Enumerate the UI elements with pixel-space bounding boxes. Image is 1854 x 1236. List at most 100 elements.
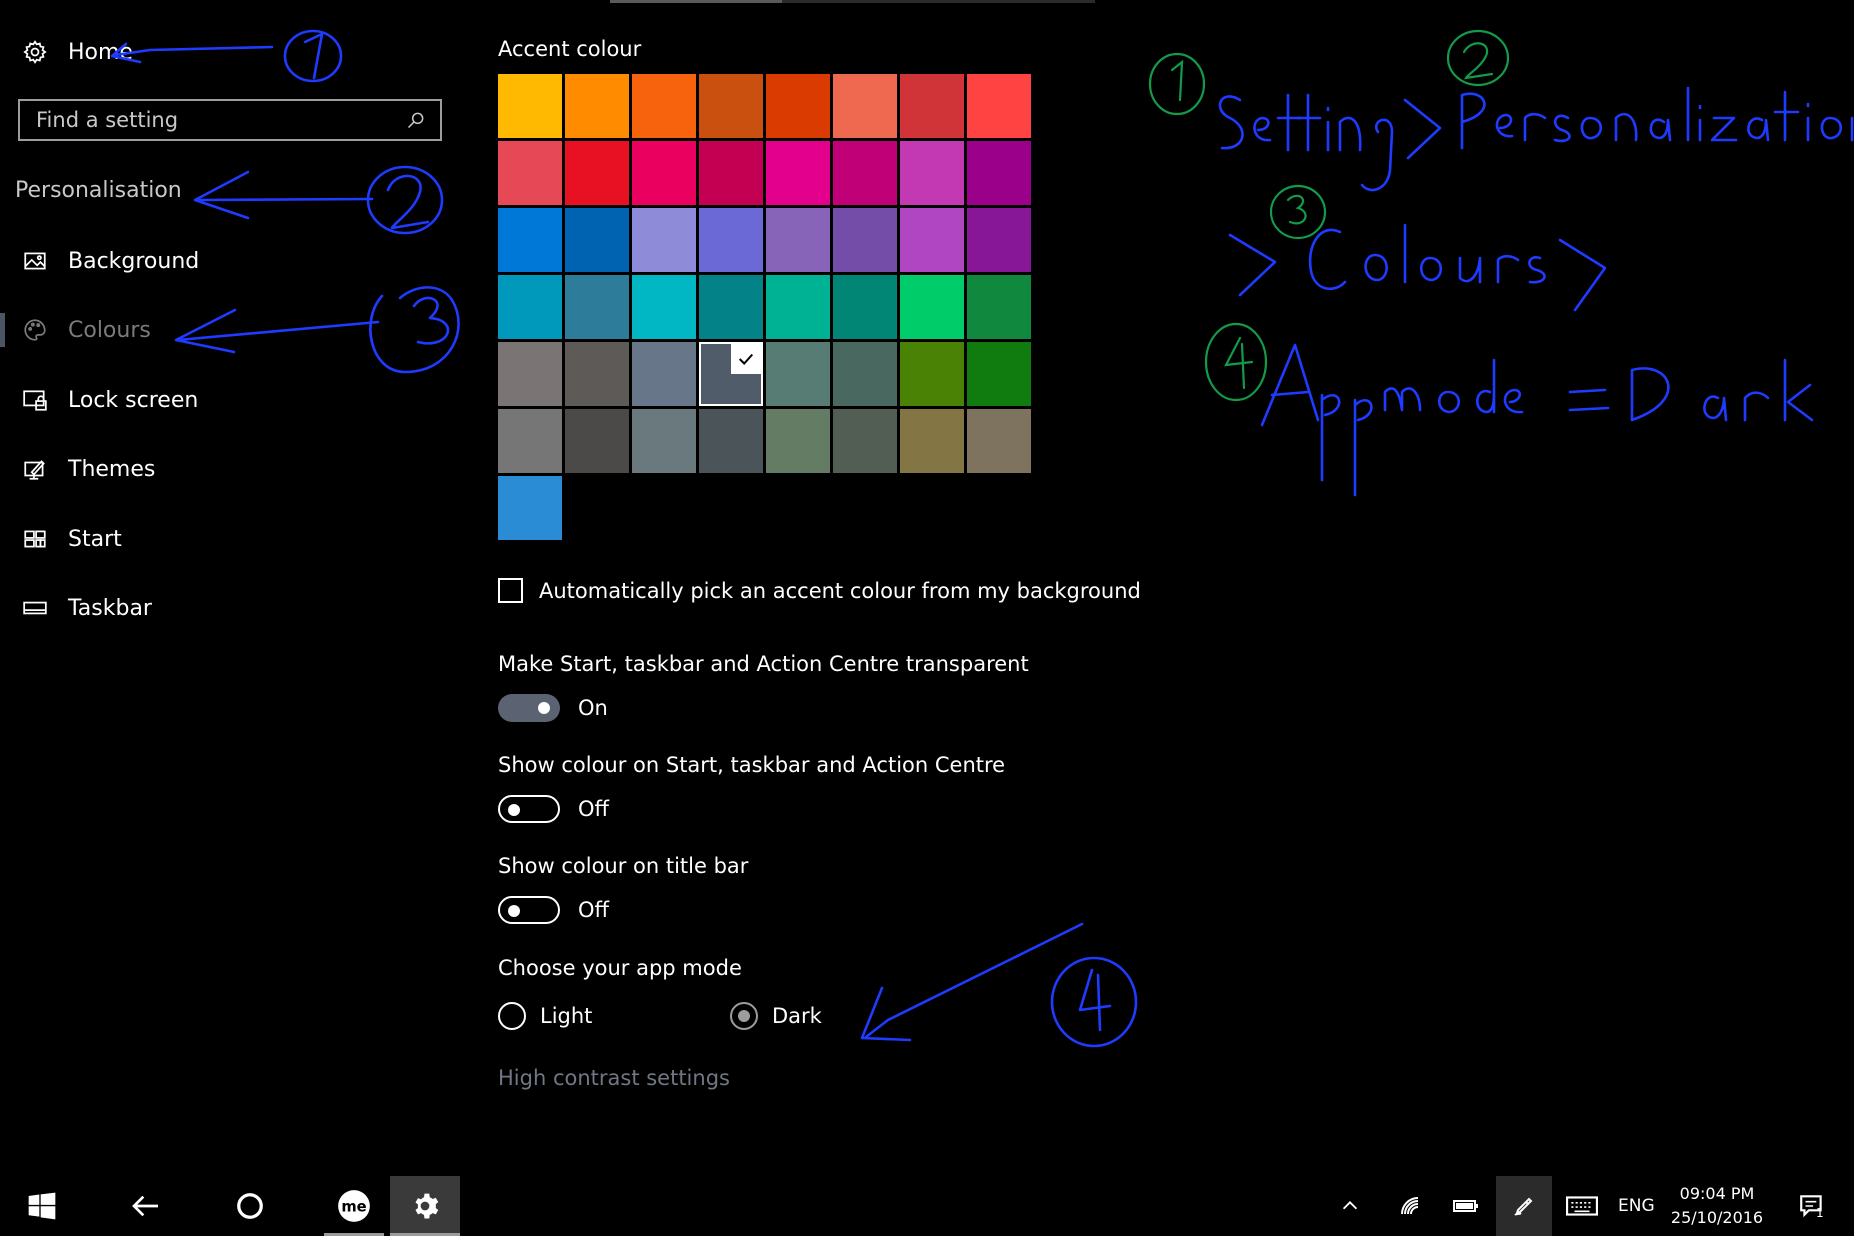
svg-text:me: me [341,1199,366,1216]
auto-pick-checkbox[interactable] [498,578,523,603]
accent-swatch[interactable] [967,141,1031,205]
me-app-button[interactable]: me [324,1176,384,1236]
accent-swatch[interactable] [565,208,629,272]
accent-swatch[interactable] [565,275,629,339]
search-input[interactable] [34,107,406,133]
accent-swatch[interactable] [498,141,562,205]
clock-time: 09:04 PM [1679,1184,1755,1203]
back-arrow-icon [132,1195,158,1217]
accent-swatch[interactable] [699,74,763,138]
sidebar-item-label: Background [68,248,200,274]
accent-swatch[interactable] [833,141,897,205]
accent-swatch[interactable] [967,275,1031,339]
accent-swatch[interactable] [632,275,696,339]
accent-swatch[interactable] [900,74,964,138]
sidebar-item-lock-screen[interactable]: Lock screen [20,375,440,425]
themes-icon [20,454,50,484]
sidebar-item-label: Start [68,526,122,552]
action-center-button[interactable]: 1 [1790,1176,1834,1236]
accent-swatch[interactable] [632,74,696,138]
toggle-state: Off [578,797,609,821]
accent-swatch[interactable] [699,275,763,339]
show-colour-start-toggle[interactable] [498,795,560,823]
app-mode-light[interactable]: Light [498,1002,592,1030]
accent-swatch[interactable] [900,342,964,406]
sidebar-item-background[interactable]: Background [20,236,440,286]
accent-swatch[interactable] [498,342,562,406]
sidebar-item-label: Themes [68,456,156,482]
high-contrast-link[interactable]: High contrast settings [498,1066,730,1090]
sidebar-home[interactable]: Home [20,27,440,77]
accent-swatch[interactable] [766,141,830,205]
accent-swatch[interactable] [565,141,629,205]
accent-swatch[interactable] [900,208,964,272]
battery-button[interactable] [1444,1176,1488,1236]
cortana-button[interactable] [222,1176,278,1236]
sidebar-item-themes[interactable]: Themes [20,444,440,494]
show-colour-start-toggle-row[interactable]: Off [498,795,609,823]
wifi-button[interactable] [1388,1176,1432,1236]
accent-swatch[interactable] [498,409,562,473]
accent-swatch[interactable] [565,342,629,406]
show-colour-title-toggle-row[interactable]: Off [498,896,609,924]
clock[interactable]: 09:04 PM 25/10/2016 [1664,1182,1770,1230]
settings-app-button[interactable] [390,1176,460,1236]
accent-swatch[interactable] [699,409,763,473]
transparent-toggle-row[interactable]: On [498,694,608,722]
accent-swatch[interactable] [632,208,696,272]
accent-swatch[interactable] [766,275,830,339]
accent-swatch[interactable] [498,208,562,272]
annotation-step-numbers [1148,29,1510,402]
wifi-icon [1401,1197,1419,1215]
accent-swatch[interactable] [766,342,830,406]
accent-swatch[interactable] [833,275,897,339]
accent-swatch[interactable] [833,409,897,473]
accent-swatch[interactable] [967,74,1031,138]
accent-swatch[interactable] [833,342,897,406]
accent-swatch[interactable] [498,476,562,540]
auto-pick-label: Automatically pick an accent colour from… [539,578,1141,603]
picture-icon [20,246,50,276]
accent-swatch[interactable] [766,409,830,473]
start-grid-icon [20,524,50,554]
transparent-toggle[interactable] [498,694,560,722]
accent-swatch[interactable] [632,141,696,205]
accent-swatch[interactable] [967,208,1031,272]
accent-swatch[interactable] [565,409,629,473]
accent-swatch[interactable] [498,275,562,339]
show-hidden-icons-button[interactable] [1330,1176,1370,1236]
accent-swatch[interactable] [833,208,897,272]
sidebar-item-taskbar[interactable]: Taskbar [20,583,440,633]
accent-swatch[interactable] [967,409,1031,473]
sidebar-item-colours[interactable]: Colours [20,305,440,355]
back-button[interactable] [118,1176,174,1236]
accent-swatch[interactable] [766,208,830,272]
start-button[interactable] [14,1176,70,1236]
accent-swatch[interactable] [699,208,763,272]
touch-keyboard-button[interactable] [1562,1176,1602,1236]
accent-swatch-selected[interactable] [699,342,763,406]
accent-swatch[interactable] [967,342,1031,406]
accent-swatch[interactable] [699,141,763,205]
accent-swatch[interactable] [900,141,964,205]
accent-swatch[interactable] [833,74,897,138]
app-mode-dark[interactable]: Dark [730,1002,822,1030]
accent-swatch[interactable] [632,409,696,473]
sidebar-item-label: Lock screen [68,387,199,413]
accent-swatch[interactable] [900,275,964,339]
auto-pick-accent-row[interactable]: Automatically pick an accent colour from… [498,578,1141,603]
search-box[interactable] [18,99,442,141]
pen-workspace-button[interactable] [1498,1176,1550,1236]
dark-radio[interactable] [730,1002,758,1030]
accent-swatch[interactable] [900,409,964,473]
search-icon[interactable] [406,110,426,130]
light-radio[interactable] [498,1002,526,1030]
gear-icon [20,37,50,67]
input-language[interactable]: ENG [1618,1196,1655,1216]
accent-swatch[interactable] [632,342,696,406]
show-colour-title-toggle[interactable] [498,896,560,924]
accent-swatch[interactable] [498,74,562,138]
accent-swatch[interactable] [766,74,830,138]
accent-swatch[interactable] [565,74,629,138]
sidebar-item-start[interactable]: Start [20,514,440,564]
